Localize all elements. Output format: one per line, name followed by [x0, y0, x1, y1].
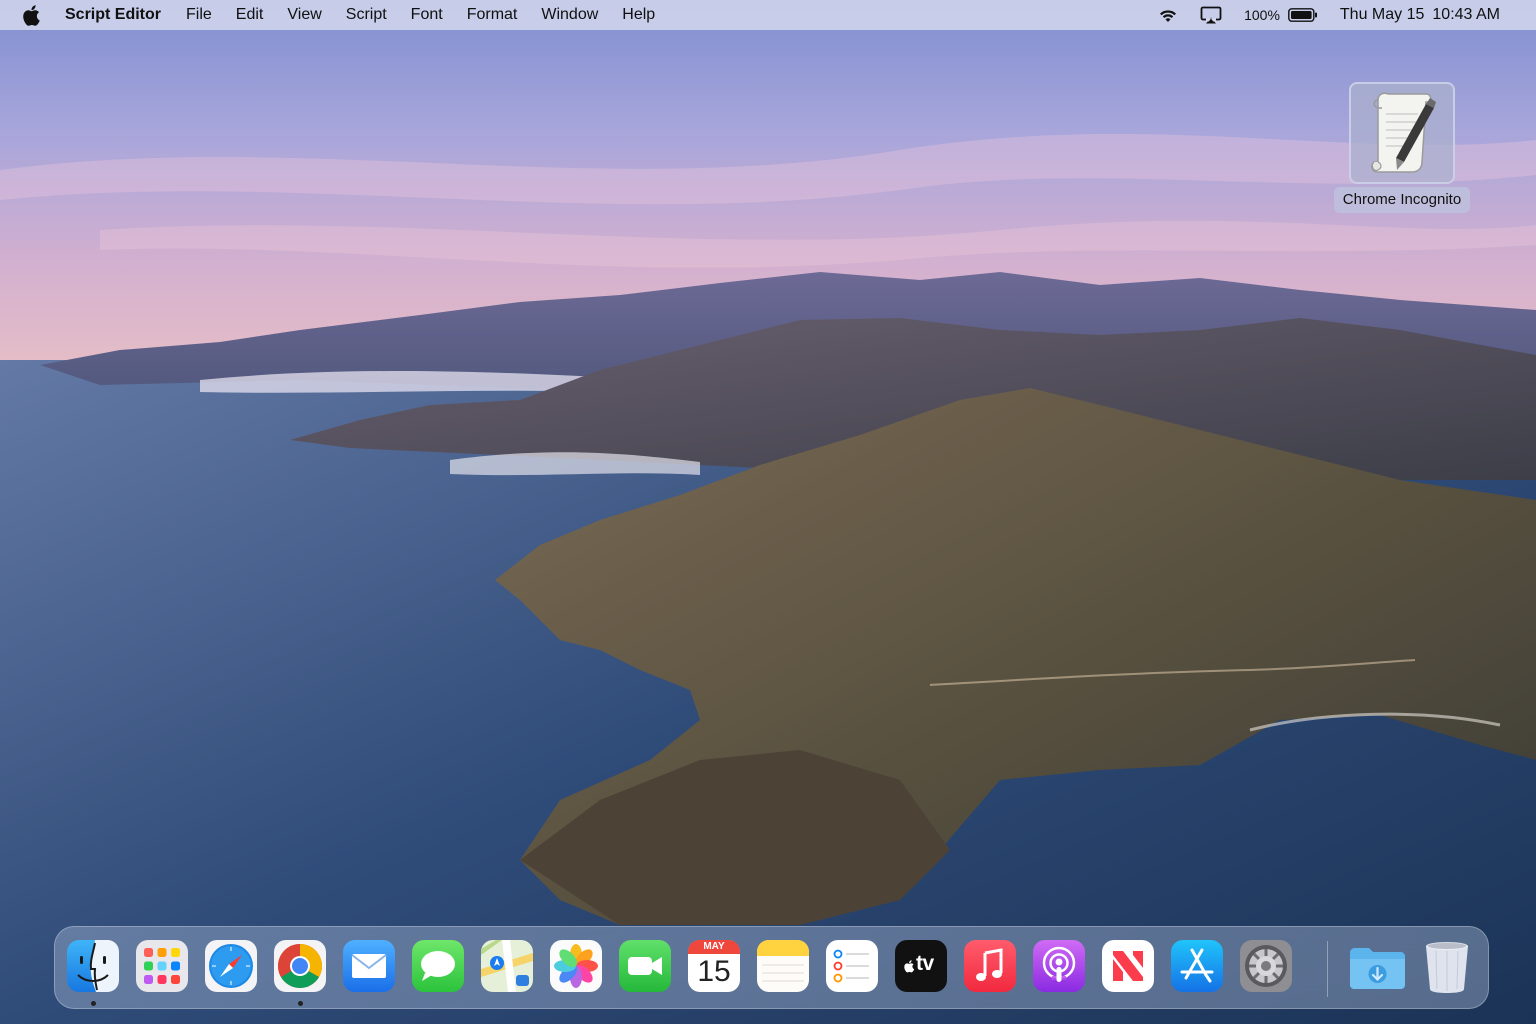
dock-messages-icon[interactable]: [411, 939, 465, 993]
dock-chrome-icon[interactable]: [273, 939, 327, 993]
menu-format[interactable]: Format: [467, 6, 518, 24]
menu-file[interactable]: File: [186, 6, 212, 24]
dock-separator: [1327, 941, 1328, 997]
desktop-wallpaper: [0, 0, 1536, 1024]
calendar-month: MAY: [703, 941, 725, 952]
dock-podcasts-icon[interactable]: [1032, 939, 1086, 993]
dock-system-preferences-icon[interactable]: [1239, 939, 1293, 993]
dock-reminders-icon[interactable]: [825, 939, 879, 993]
wifi-icon[interactable]: [1158, 7, 1178, 23]
menu-edit[interactable]: Edit: [236, 6, 264, 24]
dock-notes-icon[interactable]: [756, 939, 810, 993]
desktop-icon-label[interactable]: Chrome Incognito: [1334, 187, 1470, 213]
dock-facetime-icon[interactable]: [618, 939, 672, 993]
menu-view[interactable]: View: [287, 6, 321, 24]
dock-mail-icon[interactable]: [342, 939, 396, 993]
menu-help[interactable]: Help: [622, 6, 655, 24]
dock-maps-icon[interactable]: [480, 939, 534, 993]
dock-trash-icon[interactable]: [1420, 939, 1474, 993]
dock-downloads-folder-icon[interactable]: [1347, 939, 1405, 993]
battery-percentage[interactable]: 100%: [1244, 7, 1280, 23]
menu-clock[interactable]: Thu May 15 10:43 AM: [1340, 6, 1500, 24]
dock-music-icon[interactable]: [963, 939, 1017, 993]
running-indicator-finder: [91, 1001, 96, 1006]
running-indicator-chrome: [298, 1001, 303, 1006]
dock: MAY 15 tv: [54, 926, 1489, 1009]
dock-launchpad-icon[interactable]: [135, 939, 189, 993]
battery-icon[interactable]: [1288, 8, 1318, 22]
apple-menu-icon[interactable]: [22, 4, 44, 26]
active-app-name[interactable]: Script Editor: [65, 6, 161, 24]
calendar-day: 15: [697, 955, 731, 988]
menu-window[interactable]: Window: [541, 6, 598, 24]
tv-label: tv: [916, 952, 934, 975]
dock-safari-icon[interactable]: [204, 939, 258, 993]
clock-time: 10:43 AM: [1432, 6, 1500, 23]
menu-script[interactable]: Script: [346, 6, 387, 24]
airplay-icon[interactable]: [1200, 6, 1222, 24]
dock-calendar-icon[interactable]: MAY 15: [687, 939, 741, 993]
dock-app-store-icon[interactable]: [1170, 939, 1224, 993]
desktop-file-chrome-incognito[interactable]: Chrome Incognito: [1334, 82, 1470, 214]
script-editor-icon[interactable]: [1349, 82, 1455, 184]
dock-news-icon[interactable]: [1101, 939, 1155, 993]
menu-font[interactable]: Font: [411, 6, 443, 24]
menu-bar: Script Editor File Edit View Script Font…: [0, 0, 1536, 30]
clock-date: Thu May 15: [1339, 6, 1425, 23]
dock-tv-icon[interactable]: tv: [894, 939, 948, 993]
dock-finder-icon[interactable]: [66, 939, 120, 993]
dock-photos-icon[interactable]: [549, 939, 603, 993]
